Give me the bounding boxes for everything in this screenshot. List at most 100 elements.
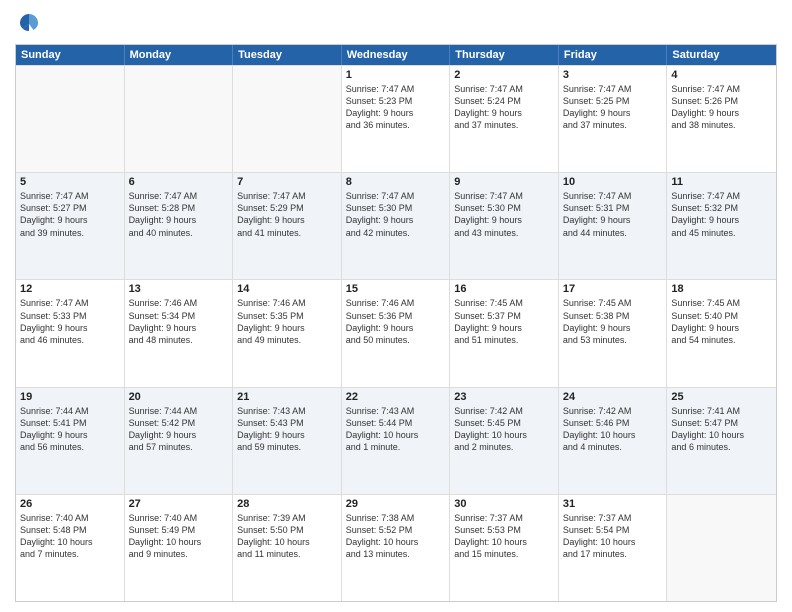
day-cell-8: 8 Sunrise: 7:47 AM Sunset: 5:30 PM Daylig… [342, 173, 451, 279]
day-cell-15: 15 Sunrise: 7:46 AM Sunset: 5:36 PM Dayli… [342, 280, 451, 386]
day-info: Sunrise: 7:47 AM Sunset: 5:27 PM Dayligh… [20, 190, 120, 239]
header-day-thursday: Thursday [450, 45, 559, 65]
day-info: Sunrise: 7:47 AM Sunset: 5:25 PM Dayligh… [563, 83, 663, 132]
day-number: 2 [454, 69, 554, 81]
day-number: 10 [563, 176, 663, 188]
day-cell-6: 6 Sunrise: 7:47 AM Sunset: 5:28 PM Daylig… [125, 173, 234, 279]
header [15, 10, 777, 38]
day-number: 1 [346, 69, 446, 81]
day-info: Sunrise: 7:47 AM Sunset: 5:28 PM Dayligh… [129, 190, 229, 239]
day-number: 18 [671, 283, 772, 295]
day-info: Sunrise: 7:45 AM Sunset: 5:40 PM Dayligh… [671, 297, 772, 346]
header-day-monday: Monday [125, 45, 234, 65]
day-number: 8 [346, 176, 446, 188]
day-cell-30: 30 Sunrise: 7:37 AM Sunset: 5:53 PM Dayli… [450, 495, 559, 601]
day-cell-4: 4 Sunrise: 7:47 AM Sunset: 5:26 PM Daylig… [667, 66, 776, 172]
day-info: Sunrise: 7:47 AM Sunset: 5:33 PM Dayligh… [20, 297, 120, 346]
day-cell-18: 18 Sunrise: 7:45 AM Sunset: 5:40 PM Dayli… [667, 280, 776, 386]
day-number: 11 [671, 176, 772, 188]
day-info: Sunrise: 7:40 AM Sunset: 5:48 PM Dayligh… [20, 512, 120, 561]
day-cell-5: 5 Sunrise: 7:47 AM Sunset: 5:27 PM Daylig… [16, 173, 125, 279]
day-number: 27 [129, 498, 229, 510]
day-number: 26 [20, 498, 120, 510]
calendar-week-3: 12 Sunrise: 7:47 AM Sunset: 5:33 PM Dayli… [16, 279, 776, 386]
calendar-body: 1 Sunrise: 7:47 AM Sunset: 5:23 PM Daylig… [16, 65, 776, 601]
day-info: Sunrise: 7:38 AM Sunset: 5:52 PM Dayligh… [346, 512, 446, 561]
day-info: Sunrise: 7:47 AM Sunset: 5:26 PM Dayligh… [671, 83, 772, 132]
day-info: Sunrise: 7:47 AM Sunset: 5:23 PM Dayligh… [346, 83, 446, 132]
day-cell-27: 27 Sunrise: 7:40 AM Sunset: 5:49 PM Dayli… [125, 495, 234, 601]
header-day-saturday: Saturday [667, 45, 776, 65]
day-info: Sunrise: 7:47 AM Sunset: 5:31 PM Dayligh… [563, 190, 663, 239]
day-number: 3 [563, 69, 663, 81]
day-info: Sunrise: 7:37 AM Sunset: 5:53 PM Dayligh… [454, 512, 554, 561]
header-day-sunday: Sunday [16, 45, 125, 65]
day-cell-2: 2 Sunrise: 7:47 AM Sunset: 5:24 PM Daylig… [450, 66, 559, 172]
day-cell-10: 10 Sunrise: 7:47 AM Sunset: 5:31 PM Dayli… [559, 173, 668, 279]
day-info: Sunrise: 7:46 AM Sunset: 5:35 PM Dayligh… [237, 297, 337, 346]
day-info: Sunrise: 7:45 AM Sunset: 5:38 PM Dayligh… [563, 297, 663, 346]
day-number: 24 [563, 391, 663, 403]
day-cell-12: 12 Sunrise: 7:47 AM Sunset: 5:33 PM Dayli… [16, 280, 125, 386]
day-number: 20 [129, 391, 229, 403]
day-cell-31: 31Sunrise: 7:37 AM Sunset: 5:54 PM Dayli… [559, 495, 668, 601]
day-cell-23: 23 Sunrise: 7:42 AM Sunset: 5:45 PM Dayli… [450, 388, 559, 494]
calendar-week-4: 19Sunrise: 7:44 AM Sunset: 5:41 PM Dayli… [16, 387, 776, 494]
day-info: Sunrise: 7:45 AM Sunset: 5:37 PM Dayligh… [454, 297, 554, 346]
day-number: 5 [20, 176, 120, 188]
day-cell-21: 21Sunrise: 7:43 AM Sunset: 5:43 PM Dayli… [233, 388, 342, 494]
page: SundayMondayTuesdayWednesdayThursdayFrid… [0, 0, 792, 612]
calendar-week-1: 1 Sunrise: 7:47 AM Sunset: 5:23 PM Daylig… [16, 65, 776, 172]
day-cell-13: 13Sunrise: 7:46 AM Sunset: 5:34 PM Dayli… [125, 280, 234, 386]
empty-cell [233, 66, 342, 172]
day-number: 25 [671, 391, 772, 403]
day-number: 22 [346, 391, 446, 403]
day-cell-19: 19Sunrise: 7:44 AM Sunset: 5:41 PM Dayli… [16, 388, 125, 494]
empty-cell [16, 66, 125, 172]
day-info: Sunrise: 7:47 AM Sunset: 5:29 PM Dayligh… [237, 190, 337, 239]
day-info: Sunrise: 7:44 AM Sunset: 5:42 PM Dayligh… [129, 405, 229, 454]
day-info: Sunrise: 7:43 AM Sunset: 5:44 PM Dayligh… [346, 405, 446, 454]
day-info: Sunrise: 7:47 AM Sunset: 5:24 PM Dayligh… [454, 83, 554, 132]
header-day-tuesday: Tuesday [233, 45, 342, 65]
day-info: Sunrise: 7:42 AM Sunset: 5:45 PM Dayligh… [454, 405, 554, 454]
day-cell-22: 22 Sunrise: 7:43 AM Sunset: 5:44 PM Dayli… [342, 388, 451, 494]
day-cell-20: 20 Sunrise: 7:44 AM Sunset: 5:42 PM Dayli… [125, 388, 234, 494]
calendar-header-row: SundayMondayTuesdayWednesdayThursdayFrid… [16, 45, 776, 65]
day-number: 9 [454, 176, 554, 188]
day-info: Sunrise: 7:47 AM Sunset: 5:30 PM Dayligh… [346, 190, 446, 239]
header-day-friday: Friday [559, 45, 668, 65]
day-info: Sunrise: 7:46 AM Sunset: 5:36 PM Dayligh… [346, 297, 446, 346]
day-info: Sunrise: 7:42 AM Sunset: 5:46 PM Dayligh… [563, 405, 663, 454]
day-info: Sunrise: 7:47 AM Sunset: 5:32 PM Dayligh… [671, 190, 772, 239]
day-cell-28: 28Sunrise: 7:39 AM Sunset: 5:50 PM Dayli… [233, 495, 342, 601]
day-cell-11: 11 Sunrise: 7:47 AM Sunset: 5:32 PM Dayli… [667, 173, 776, 279]
day-cell-29: 29Sunrise: 7:38 AM Sunset: 5:52 PM Dayli… [342, 495, 451, 601]
day-number: 28 [237, 498, 337, 510]
empty-cell [667, 495, 776, 601]
day-cell-24: 24 Sunrise: 7:42 AM Sunset: 5:46 PM Dayli… [559, 388, 668, 494]
day-number: 16 [454, 283, 554, 295]
day-cell-3: 3 Sunrise: 7:47 AM Sunset: 5:25 PM Daylig… [559, 66, 668, 172]
day-number: 31 [563, 498, 663, 510]
day-info: Sunrise: 7:40 AM Sunset: 5:49 PM Dayligh… [129, 512, 229, 561]
day-cell-9: 9 Sunrise: 7:47 AM Sunset: 5:30 PM Daylig… [450, 173, 559, 279]
day-number: 15 [346, 283, 446, 295]
day-number: 30 [454, 498, 554, 510]
logo [15, 10, 47, 38]
day-cell-7: 7Sunrise: 7:47 AM Sunset: 5:29 PM Daylig… [233, 173, 342, 279]
day-number: 6 [129, 176, 229, 188]
day-cell-25: 25Sunrise: 7:41 AM Sunset: 5:47 PM Dayli… [667, 388, 776, 494]
day-number: 19 [20, 391, 120, 403]
day-cell-26: 26 Sunrise: 7:40 AM Sunset: 5:48 PM Dayli… [16, 495, 125, 601]
day-number: 12 [20, 283, 120, 295]
day-cell-1: 1 Sunrise: 7:47 AM Sunset: 5:23 PM Daylig… [342, 66, 451, 172]
empty-cell [125, 66, 234, 172]
day-number: 4 [671, 69, 772, 81]
day-info: Sunrise: 7:47 AM Sunset: 5:30 PM Dayligh… [454, 190, 554, 239]
day-number: 13 [129, 283, 229, 295]
calendar-week-5: 26 Sunrise: 7:40 AM Sunset: 5:48 PM Dayli… [16, 494, 776, 601]
day-number: 23 [454, 391, 554, 403]
logo-icon [15, 10, 43, 38]
calendar-week-2: 5 Sunrise: 7:47 AM Sunset: 5:27 PM Daylig… [16, 172, 776, 279]
